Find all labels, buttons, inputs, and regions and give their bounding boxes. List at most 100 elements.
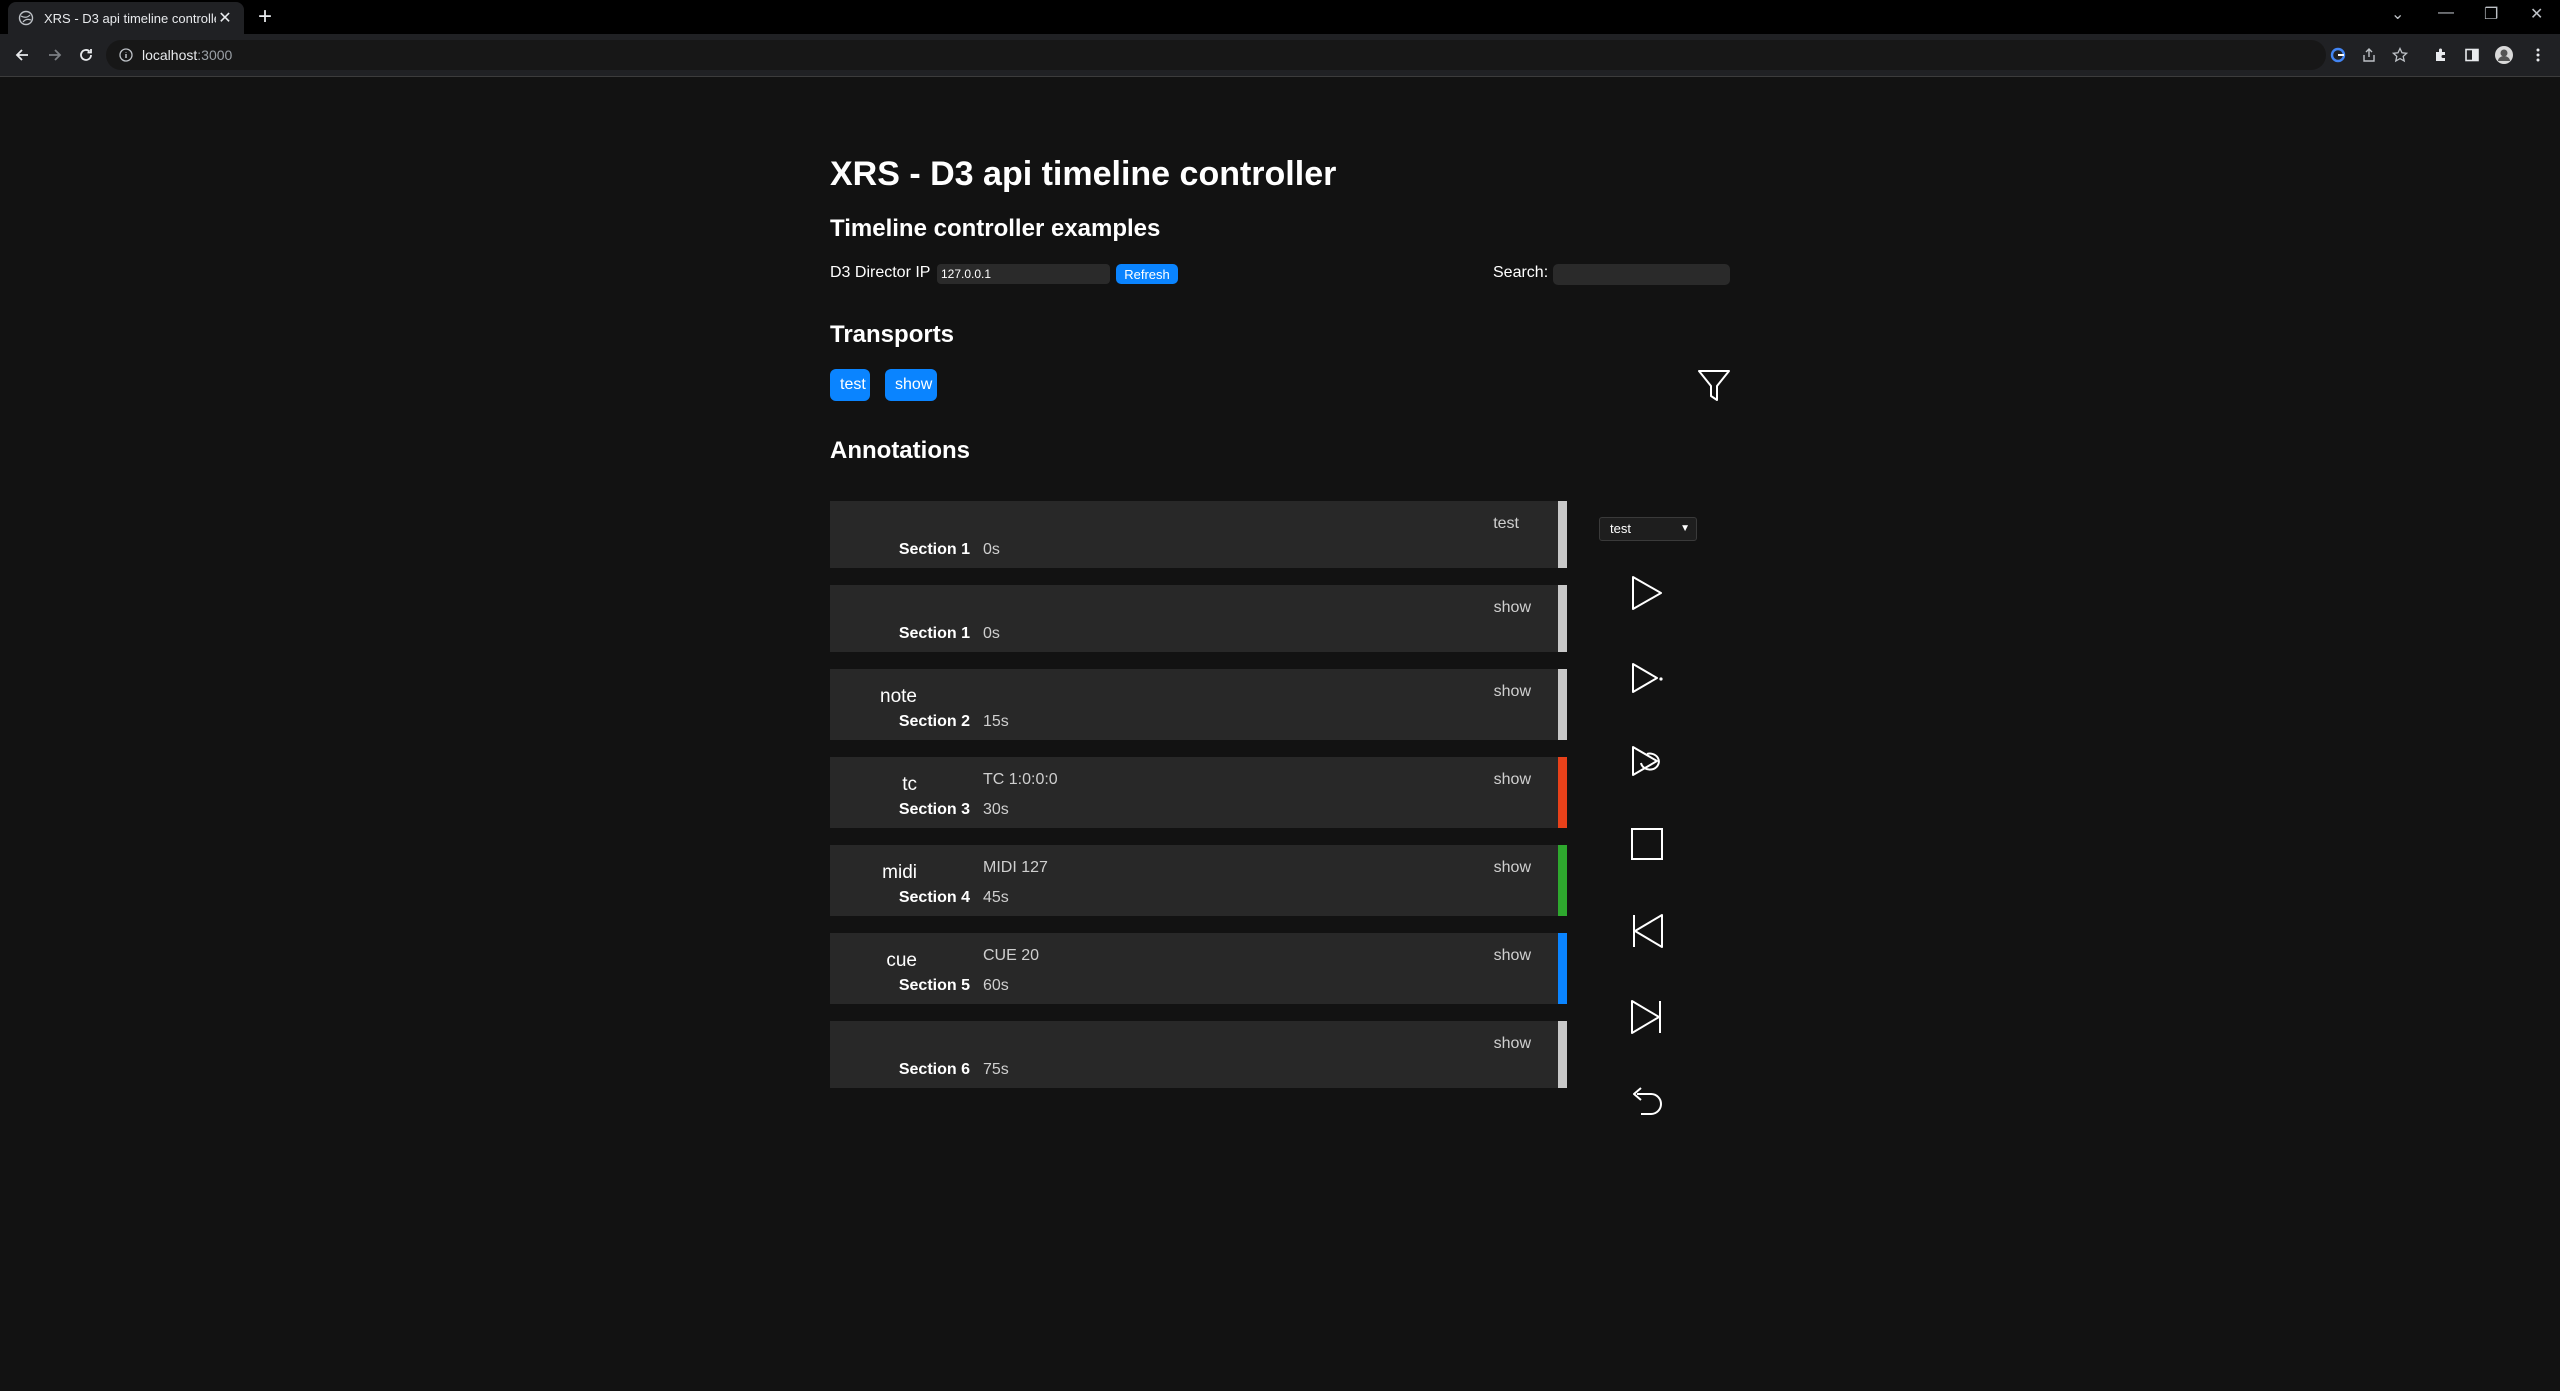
url-text: localhost:3000 [142, 47, 232, 63]
annotation-time: 30s [983, 801, 1009, 818]
back-button[interactable] [9, 42, 35, 68]
transports-heading: Transports [830, 321, 955, 348]
annotation-type: cue [886, 950, 917, 971]
annotation-time: 15s [983, 713, 1009, 730]
annotation-section: Section 4 [898, 889, 970, 906]
annotation-time: 0s [983, 625, 1000, 642]
annotation-section: Section 5 [898, 977, 970, 994]
next-section-icon[interactable] [1627, 997, 1667, 1037]
refresh-button[interactable]: Refresh [1116, 264, 1178, 284]
address-bar[interactable]: localhost:3000 [106, 40, 2326, 70]
play-icon[interactable] [1627, 573, 1667, 613]
annotation-row[interactable]: cue CUE 20 Section 5 60s show [830, 933, 1567, 1004]
annotation-row[interactable]: Section 6 75s show [830, 1021, 1567, 1088]
annotation-row[interactable]: midi MIDI 127 Section 4 45s show [830, 845, 1567, 916]
annotation-value: MIDI 127 [983, 859, 1048, 876]
previous-section-icon[interactable] [1627, 911, 1667, 951]
page-title: XRS - D3 api timeline controller [830, 155, 1337, 193]
stop-icon[interactable] [1627, 824, 1667, 864]
reload-button[interactable] [73, 42, 99, 68]
kebab-menu-icon [2536, 48, 2540, 62]
annotation-row[interactable]: tc TC 1:0:0:0 Section 3 30s show [830, 757, 1567, 828]
annotation-color-bar [1558, 757, 1567, 828]
star-icon [2392, 47, 2408, 63]
extensions-icon[interactable] [2431, 45, 2451, 65]
bookmark-star-icon[interactable] [2390, 45, 2410, 65]
annotation-color-bar [1558, 585, 1567, 652]
annotation-color-bar [1558, 501, 1567, 568]
annotation-time: 60s [983, 977, 1009, 994]
director-ip-label: D3 Director IP [830, 264, 931, 281]
annotation-section: Section 1 [898, 625, 970, 642]
annotation-type: note [880, 686, 917, 707]
transport-select-value: test [1610, 521, 1631, 536]
annotation-type: midi [882, 862, 917, 883]
tab-search-icon[interactable]: ⌄ [2391, 4, 2404, 24]
annotation-value: CUE 20 [983, 947, 1040, 964]
share-arrow-icon [2363, 48, 2375, 62]
search-label: Search: [1493, 264, 1549, 281]
new-tab-button[interactable]: + [258, 4, 272, 30]
annotation-color-bar [1558, 669, 1567, 740]
google-logo-icon [2330, 47, 2346, 63]
play-to-end-icon[interactable] [1627, 658, 1667, 698]
url-host: localhost [142, 47, 198, 63]
annotation-row[interactable]: note Section 2 15s show [830, 669, 1567, 740]
play-loop-icon[interactable] [1627, 741, 1667, 781]
director-ip-input[interactable] [937, 264, 1110, 284]
annotations-heading: Annotations [830, 437, 970, 464]
annotation-section: Section 1 [898, 541, 970, 558]
globe-icon [18, 10, 34, 26]
info-icon [119, 48, 133, 62]
transport-button-test[interactable]: test [830, 369, 870, 401]
google-icon[interactable] [2328, 45, 2348, 65]
url-port: :3000 [197, 47, 233, 63]
restore-button[interactable]: ❐ [2484, 4, 2498, 24]
filter-icon[interactable] [1697, 368, 1731, 404]
annotation-color-bar [1558, 933, 1567, 1004]
close-window-button[interactable]: ✕ [2530, 4, 2543, 24]
browser-toolbar: localhost:3000 [0, 34, 2560, 77]
search-input[interactable] [1553, 264, 1730, 285]
annotation-row[interactable]: Section 1 0s test [830, 501, 1567, 568]
annotation-time: 75s [983, 1061, 1009, 1078]
annotation-color-bar [1558, 1021, 1567, 1088]
avatar-icon [2495, 46, 2513, 64]
annotation-time: 0s [983, 541, 1000, 558]
panel-icon [2465, 48, 2479, 62]
side-panel-icon[interactable] [2462, 45, 2482, 65]
annotation-type: tc [902, 774, 917, 795]
forward-button[interactable] [42, 42, 68, 68]
annotation-transport: show [1493, 683, 1531, 700]
browser-menu-icon[interactable] [2528, 45, 2548, 65]
back-arrow-icon [15, 49, 28, 61]
puzzle-icon [2436, 48, 2445, 61]
transport-button-show[interactable]: show [885, 369, 937, 401]
tab-close-icon[interactable]: ✕ [216, 8, 234, 28]
annotation-transport: show [1493, 771, 1531, 788]
share-icon[interactable] [2359, 45, 2379, 65]
page-subtitle: Timeline controller examples [830, 215, 1161, 242]
annotation-row[interactable]: Section 1 0s show [830, 585, 1567, 652]
browser-tab-strip: XRS - D3 api timeline controller ✕ + ⌄ —… [0, 0, 2560, 34]
annotation-transport: show [1493, 947, 1531, 964]
reload-icon [80, 49, 92, 61]
forward-arrow-icon [49, 49, 62, 61]
annotation-color-bar [1558, 845, 1567, 916]
annotation-time: 45s [983, 889, 1009, 906]
annotation-value: TC 1:0:0:0 [983, 771, 1058, 788]
annotation-section: Section 6 [898, 1061, 970, 1078]
profile-avatar[interactable] [2494, 45, 2514, 65]
annotation-transport: show [1493, 1035, 1531, 1052]
tab-title: XRS - D3 api timeline controller [44, 10, 216, 26]
browser-tab[interactable]: XRS - D3 api timeline controller ✕ [8, 2, 244, 34]
annotation-transport: test [1493, 515, 1519, 532]
annotation-transport: show [1493, 859, 1531, 876]
return-to-start-icon[interactable] [1627, 1084, 1667, 1124]
chevron-down-icon: ▼ [1680, 523, 1690, 534]
transport-select[interactable]: test ▼ [1599, 517, 1697, 541]
annotation-transport: show [1493, 599, 1531, 616]
annotation-section: Section 3 [898, 801, 970, 818]
minimize-button[interactable]: — [2438, 4, 2454, 22]
annotation-section: Section 2 [898, 713, 970, 730]
